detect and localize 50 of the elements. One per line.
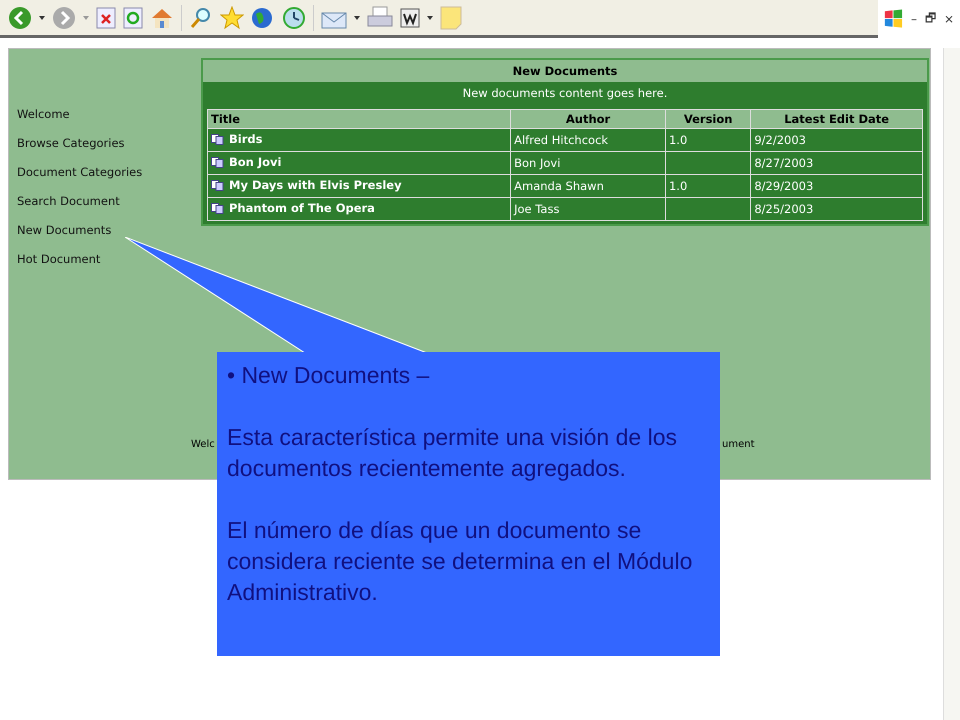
sidebar-link[interactable]: Welcome [17,107,142,121]
table-cell: 8/29/2003 [750,174,922,198]
column-header: Version [665,110,751,128]
sidebar-link[interactable]: New Documents [17,223,142,237]
stop-icon[interactable] [96,6,116,28]
document-icon [211,202,224,214]
document-link[interactable]: Birds [229,132,262,146]
table-cell: Bon Jovi [510,152,666,174]
search-icon[interactable] [189,6,213,30]
callout-text: Esta característica permite una visión de los documentos recientemente agregados. [227,423,678,483]
sidebar-link[interactable]: Browse Categories [17,136,142,150]
document-icon [211,180,224,191]
sidebar-link[interactable]: Document Categories [17,165,142,179]
window-control[interactable]: – [910,12,917,26]
window-control[interactable]: × [944,12,954,26]
table-cell: Amanda Shawn [510,174,666,198]
forward-icon[interactable] [52,6,76,30]
windows-logo-icon [884,8,903,30]
table-cell: Alfred Hitchcock [510,128,666,152]
table-cell: 1.0 [665,128,751,152]
callout-text: El número de días que un documento se considera reciente se determina en el Módulo Administrativo. [227,516,694,607]
window-control[interactable]: 🗗 [924,8,936,30]
caret-icon[interactable] [427,16,433,20]
globe-icon[interactable] [251,6,275,30]
document-icon [211,156,224,168]
column-header: Title [208,110,511,128]
callout-heading: • New Documents – [227,361,430,390]
footer-text: ument [722,439,754,450]
document-link[interactable]: Bon Jovi [229,155,282,170]
scrollbar[interactable] [943,48,960,720]
footer-text: Welc [191,439,215,450]
column-header: Latest Edit Date [750,110,922,128]
printer-icon[interactable] [367,6,393,30]
document-icon [211,134,224,145]
caret-icon[interactable] [39,16,45,20]
table-cell: 9/2/2003 [750,128,922,152]
sidebar-link[interactable]: Hot Document [17,252,142,266]
history-icon[interactable] [282,6,306,30]
back-icon[interactable] [8,6,32,30]
star-icon[interactable] [220,6,244,30]
table-cell: 1.0 [665,174,751,198]
table-cell: Joe Tass [510,198,666,220]
table-cell: 8/27/2003 [750,152,922,174]
caret-icon[interactable] [354,16,360,20]
panel-subtitle: New documents content goes here. [462,85,668,102]
column-header: Author [510,110,666,128]
panel-title: New Documents [203,60,927,83]
table-cell: 8/25/2003 [750,198,922,220]
document-icon[interactable] [400,8,420,28]
sidebar-link[interactable]: Search Document [17,194,142,208]
